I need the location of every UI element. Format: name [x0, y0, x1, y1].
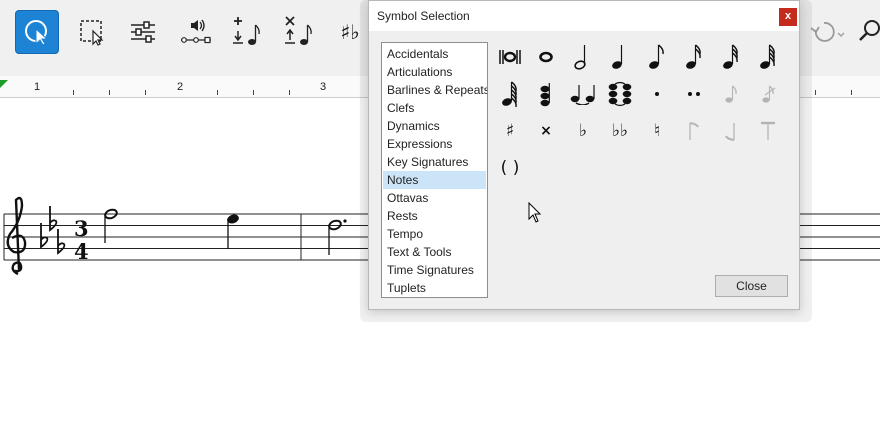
sliders-icon: [131, 21, 155, 43]
quarter-note-icon[interactable]: [605, 42, 635, 72]
flat-icon[interactable]: ♭: [568, 116, 598, 146]
chord-notes-icon[interactable]: [531, 79, 561, 109]
dialog-titlebar[interactable]: Symbol Selection x: [369, 1, 799, 31]
tie-icon[interactable]: [568, 79, 598, 109]
category-item-dynamics[interactable]: Dynamics: [383, 117, 486, 135]
ruler-tick: [109, 90, 110, 95]
dialog-title: Symbol Selection: [377, 9, 470, 23]
double-flat-icon[interactable]: ♭♭: [605, 116, 635, 146]
sixty-fourth-note-icon[interactable]: [753, 42, 783, 72]
double-dot-icon[interactable]: [679, 79, 709, 109]
ruler-tick: [851, 90, 852, 95]
ruler-label: 1: [34, 81, 41, 93]
add-note-tool-button[interactable]: [226, 10, 270, 54]
ruler-tick: [253, 90, 254, 95]
sharp-flat-icon: ♯♭: [340, 20, 360, 44]
category-item-tempo[interactable]: Tempo: [383, 225, 486, 243]
symbol-selection-dialog: Symbol Selection x Accidentals Articulati…: [368, 0, 800, 310]
ruler-tick: [217, 90, 218, 95]
sharp-icon[interactable]: ♯: [495, 116, 525, 146]
grace-note-slash-icon: [753, 79, 783, 109]
ruler-label: 3: [320, 81, 327, 93]
breve-icon[interactable]: [495, 42, 525, 72]
ruler-label: 2: [177, 81, 184, 93]
category-item-articulations[interactable]: Articulations: [383, 63, 486, 81]
category-item-notes[interactable]: Notes: [383, 171, 486, 189]
add-note-icon: [233, 17, 260, 45]
category-item-text-tools[interactable]: Text & Tools: [383, 243, 486, 261]
natural-icon[interactable]: ♮: [642, 116, 672, 146]
playback-tool-button[interactable]: [174, 10, 218, 54]
search-icon: [859, 20, 880, 41]
thirty-second-note-icon[interactable]: [716, 42, 746, 72]
ruler-tick: [145, 90, 146, 95]
category-list[interactable]: Accidentals Articulations Barlines & Repea…: [381, 42, 488, 298]
treble-clef-icon: [6, 196, 27, 276]
key-signature: [40, 206, 66, 255]
dialog-close-x-button[interactable]: x: [779, 8, 797, 26]
hundred-twenty-eighth-note-icon[interactable]: [495, 79, 525, 109]
eighth-note-icon[interactable]: [642, 42, 672, 72]
properties-tool-button[interactable]: [121, 10, 165, 54]
delete-note-tool-button[interactable]: [278, 10, 322, 54]
category-item-rests[interactable]: Rests: [383, 207, 486, 225]
category-item-ottavas[interactable]: Ottavas: [383, 189, 486, 207]
dot-icon[interactable]: [642, 79, 672, 109]
category-item-accidentals[interactable]: Accidentals: [383, 45, 486, 63]
half-note-icon[interactable]: [568, 42, 598, 72]
search-tool-button[interactable]: [856, 10, 880, 54]
delete-note-icon: [285, 16, 312, 45]
category-item-barlines-repeats[interactable]: Barlines & Repeats: [383, 81, 487, 99]
flag-down-icon: [716, 116, 746, 146]
playhead-marker-icon[interactable]: [0, 80, 10, 90]
category-item-expressions[interactable]: Expressions: [383, 135, 486, 153]
ruler-tick: [73, 90, 74, 95]
category-item-clefs[interactable]: Clefs: [383, 99, 486, 117]
time-signature-top: 3: [74, 216, 89, 241]
category-item-tuplets[interactable]: Tuplets: [383, 279, 486, 297]
parentheses-icon[interactable]: ( ): [495, 153, 525, 183]
double-sharp-icon[interactable]: ×: [531, 116, 561, 146]
mouse-cursor-icon: [528, 202, 542, 223]
tied-chord-icon[interactable]: [605, 79, 635, 109]
beam-flag-icon: [753, 116, 783, 146]
select-pointer-icon: [25, 20, 49, 46]
category-item-key-signatures[interactable]: Key Signatures: [383, 153, 486, 171]
marquee-select-icon: [80, 20, 104, 46]
marquee-select-tool-button[interactable]: [70, 10, 114, 54]
whole-note-icon[interactable]: [531, 42, 561, 72]
ruler-tick: [289, 90, 290, 95]
close-button[interactable]: Close: [715, 275, 788, 297]
note[interactable]: [226, 213, 240, 249]
flag-up-icon: [679, 116, 709, 146]
sixteenth-note-icon[interactable]: [679, 42, 709, 72]
time-signature-bottom: 4: [74, 239, 89, 264]
select-tool-button[interactable]: [15, 10, 59, 54]
category-item-time-signatures[interactable]: Time Signatures: [383, 261, 486, 279]
grace-note-icon: [716, 79, 746, 109]
ruler-tick: [815, 90, 816, 95]
speaker-playback-icon: [181, 19, 211, 44]
